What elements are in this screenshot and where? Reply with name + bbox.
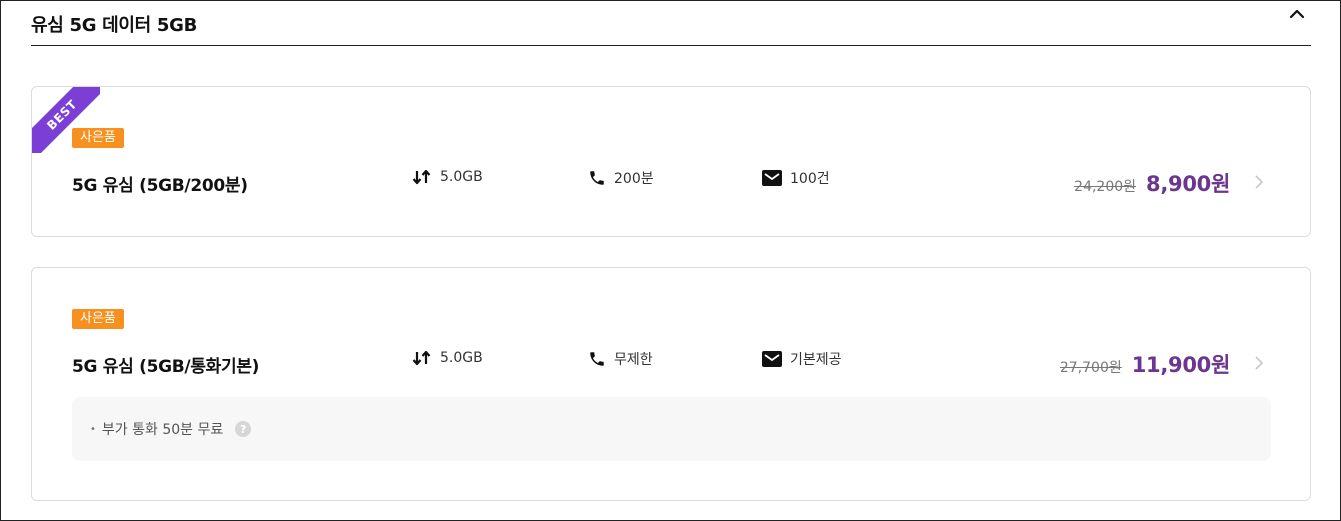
phone-icon	[590, 352, 604, 366]
plan-card[interactable]: BEST 사은품 5G 유심 (5GB/200분) 5.0GB 200분 100…	[31, 86, 1311, 237]
voice-amount: 무제한	[614, 352, 653, 368]
sms-spec: 100건	[762, 168, 830, 188]
sale-price: 8,900원	[1146, 172, 1230, 196]
data-transfer-arrows-icon	[412, 350, 431, 366]
mail-icon	[762, 351, 782, 367]
chevron-right-icon[interactable]	[1252, 354, 1266, 372]
sms-amount: 기본제공	[790, 352, 842, 368]
question-circle-icon[interactable]: ?	[235, 421, 252, 437]
benefit-item: • 부가 통화 50분 무료 ?	[90, 419, 252, 439]
plan-name: 5G 유심 (5GB/통화기본)	[72, 357, 260, 377]
mail-icon	[762, 170, 782, 186]
voice-spec: 200분	[588, 168, 654, 188]
phone-icon	[590, 171, 604, 185]
voice-amount: 200분	[614, 171, 654, 187]
voice-spec: 무제한	[588, 349, 653, 369]
sale-price: 11,900원	[1131, 353, 1231, 377]
sms-spec: 기본제공	[762, 349, 842, 369]
price-area: 27,700원 11,900원	[1060, 349, 1230, 379]
plan-name: 5G 유심 (5GB/200분)	[72, 176, 248, 196]
gift-badge: 사은품	[72, 309, 124, 329]
plan-card[interactable]: 사은품 5G 유심 (5GB/통화기본) 5.0GB 무제한 기본제공 27,7…	[31, 267, 1311, 501]
gift-badge: 사은품	[72, 128, 124, 148]
chevron-up-icon	[1289, 9, 1305, 19]
original-price: 27,700원	[1059, 360, 1122, 376]
benefit-box: • 부가 통화 50분 무료 ?	[72, 397, 1271, 461]
data-amount: 5.0GB	[440, 169, 483, 185]
chevron-right-icon[interactable]	[1252, 173, 1266, 191]
data-spec: 5.0GB	[412, 168, 483, 186]
data-spec: 5.0GB	[412, 349, 483, 367]
benefit-text: 부가 통화 50분 무료	[101, 422, 224, 438]
data-amount: 5.0GB	[440, 350, 483, 366]
original-price: 24,200원	[1074, 179, 1137, 195]
bullet-dot: •	[90, 423, 96, 435]
collapse-button[interactable]	[1285, 4, 1309, 24]
section-header: 유심 5G 데이터 5GB	[31, 0, 1311, 46]
section-title: 유심 5G 데이터 5GB	[31, 15, 198, 36]
price-area: 24,200원 8,900원	[1074, 168, 1230, 198]
data-transfer-arrows-icon	[412, 169, 431, 185]
sms-amount: 100건	[790, 171, 830, 187]
